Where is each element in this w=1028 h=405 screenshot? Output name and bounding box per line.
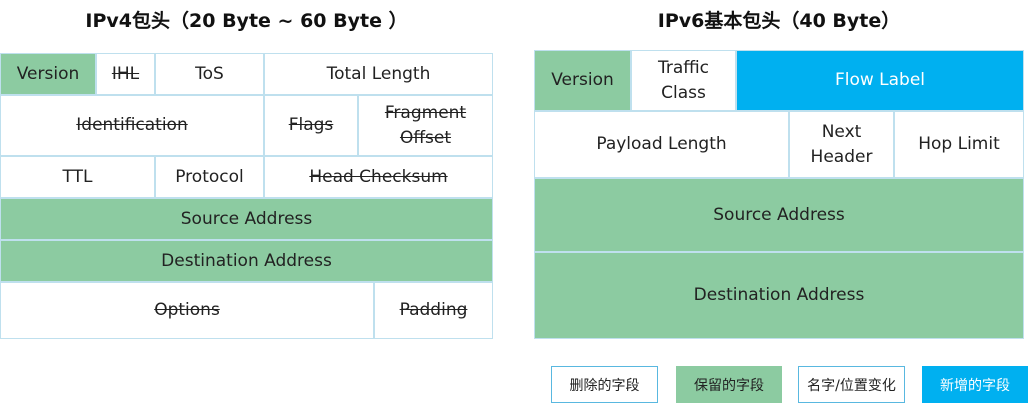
ipv4-field-source-address: Source Address — [0, 198, 493, 240]
ipv4-field-total-length: Total Length — [264, 53, 493, 95]
ipv6-field-flow-label: Flow Label — [736, 50, 1024, 111]
legend-kept-fields: 保留的字段 — [676, 366, 782, 403]
ipv4-field-head-checksum: Head Checksum — [264, 156, 493, 198]
ipv6-field-source-address: Source Address — [534, 178, 1024, 252]
ipv4-field-padding: Padding — [374, 282, 493, 339]
legend-renamed-fields: 名字/位置变化 — [798, 366, 905, 403]
ipv4-field-ttl: TTL — [0, 156, 155, 198]
ipv6-field-next-header: Next Header — [789, 111, 894, 178]
ipv6-field-payload-length: Payload Length — [534, 111, 789, 178]
ipv4-field-destination-address: Destination Address — [0, 240, 493, 282]
ipv4-field-ihl: IHL — [96, 53, 155, 95]
ipv6-field-hop-limit: Hop Limit — [894, 111, 1024, 178]
legend-added-fields: 新增的字段 — [922, 366, 1028, 403]
ipv4-field-options: Options — [0, 282, 374, 339]
ipv4-field-protocol: Protocol — [155, 156, 264, 198]
ipv6-header-title: IPv6基本包头（40 Byte） — [657, 10, 901, 32]
ipv4-field-tos: ToS — [155, 53, 264, 95]
legend-removed-fields: 删除的字段 — [551, 366, 658, 403]
ipv6-field-destination-address: Destination Address — [534, 252, 1024, 339]
ipv6-field-traffic-class: Traffic Class — [631, 50, 736, 111]
ipv4-field-fragment-offset: Fragment Offset — [358, 95, 493, 156]
ipv4-field-flags: Flags — [264, 95, 358, 156]
ipv4-field-identification: Identification — [0, 95, 264, 156]
ipv6-field-version: Version — [534, 50, 631, 111]
ipv4-field-version: Version — [0, 53, 96, 95]
ipv4-header-title: IPv4包头（20 Byte ~ 60 Byte ） — [85, 10, 408, 32]
